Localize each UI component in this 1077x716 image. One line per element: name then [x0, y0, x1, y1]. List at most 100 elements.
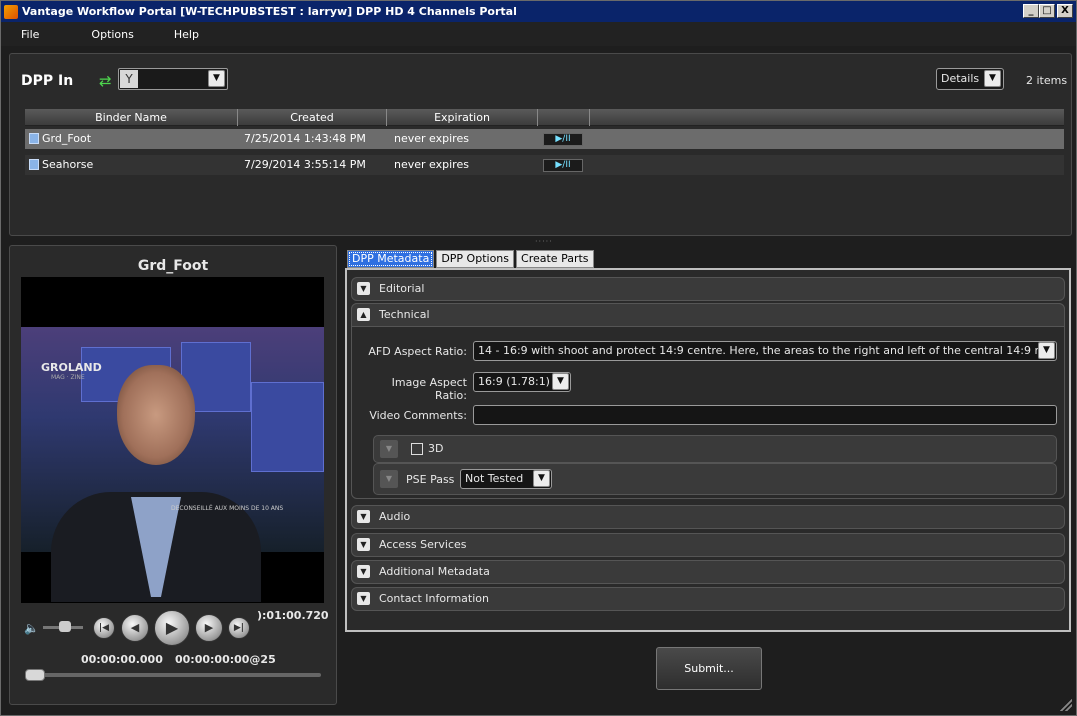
tab-create-parts[interactable]: Create Parts [516, 250, 594, 268]
presenter-head [117, 365, 195, 465]
image-aspect-ratio-label: Image Aspect Ratio: [391, 376, 467, 402]
image-aspect-ratio-value: 16:9 (1.78:1) [478, 375, 550, 388]
chevron-down-icon: ▼ [357, 538, 370, 551]
video-player[interactable]: GROLAND MAG · ZINE DECONSEILLÉ AUX MOINS… [21, 277, 324, 603]
section-label: Audio [379, 510, 411, 523]
skip-end-button[interactable]: ▶| [228, 617, 250, 639]
duration-timecode: ):01:00.720 [257, 609, 329, 622]
tab-dpp-options[interactable]: DPP Options [436, 250, 515, 268]
section-label: Technical [379, 308, 430, 321]
step-forward-button[interactable]: ▶ [195, 614, 223, 642]
section-technical[interactable]: ▲ Technical [351, 303, 1065, 327]
afd-aspect-ratio-label: AFD Aspect Ratio: [368, 345, 467, 358]
chevron-down-icon: ▼ [357, 592, 370, 605]
table-row[interactable]: Seahorse 7/29/2014 3:55:14 PM never expi… [25, 155, 1064, 175]
background-building [251, 382, 324, 472]
channel-logo: GROLAND [41, 361, 102, 374]
pse-row: ▼ PSE Pass Not Tested ▼ [373, 463, 1057, 495]
video-comments-label: Video Comments: [369, 409, 467, 422]
created-date: 7/25/2014 1:43:48 PM [244, 132, 366, 145]
table-row[interactable]: Grd_Foot 7/25/2014 1:43:48 PM never expi… [25, 129, 1064, 149]
section-audio[interactable]: ▼ Audio [351, 505, 1065, 529]
minimize-button[interactable]: _ [1023, 4, 1039, 18]
app-window: Vantage Workflow Portal [W-TECHPUBSTEST … [0, 0, 1077, 716]
maximize-button[interactable]: □ [1039, 4, 1055, 18]
volume-icon[interactable]: 🔈 [24, 621, 39, 635]
menu-file[interactable]: File [21, 28, 39, 41]
section-label: Additional Metadata [379, 565, 490, 578]
menu-help[interactable]: Help [174, 28, 199, 41]
current-timecode: 00:00:00.000 [81, 653, 163, 666]
afd-aspect-ratio-select[interactable]: 14 - 16:9 with shoot and protect 14:9 ce… [473, 341, 1057, 361]
section-label: Access Services [379, 538, 467, 551]
three-d-label: 3D [428, 442, 444, 455]
step-back-button[interactable]: ◀ [121, 614, 149, 642]
scrubber-knob[interactable] [25, 669, 45, 681]
frame-timecode: 00:00:00:00@25 [175, 653, 276, 666]
three-d-checkbox[interactable] [411, 443, 423, 455]
chevron-down-icon[interactable]: ▼ [1038, 342, 1055, 359]
section-label: Contact Information [379, 592, 489, 605]
chevron-down-icon[interactable]: ▼ [533, 470, 550, 487]
chevron-down-icon[interactable]: ▼ [380, 440, 398, 458]
menu-bar: File Options Help [1, 22, 1076, 46]
pse-pass-label: PSE Pass [406, 473, 455, 486]
timeline-scrubber[interactable] [25, 673, 321, 677]
play-pause-button[interactable]: ▶/II [543, 159, 583, 172]
pse-pass-value: Not Tested [465, 472, 524, 485]
menu-options[interactable]: Options [91, 28, 133, 41]
title-bar: Vantage Workflow Portal [W-TECHPUBSTEST … [1, 1, 1076, 22]
skip-start-button[interactable]: |◀ [93, 617, 115, 639]
splitter-handle[interactable]: ····· [535, 237, 553, 246]
filter-icon: Y [120, 70, 138, 88]
chevron-down-icon[interactable]: ▼ [208, 70, 225, 87]
tab-dpp-metadata[interactable]: DPP Metadata [347, 250, 435, 268]
metadata-tabs: DPP Metadata DPP Options Create Parts [347, 250, 594, 268]
rating-caption: DECONSEILLÉ AUX MOINS DE 10 ANS [171, 505, 284, 512]
expiration: never expires [394, 158, 469, 171]
app-icon [4, 4, 18, 19]
pse-pass-select[interactable]: Not Tested ▼ [460, 469, 552, 489]
section-editorial[interactable]: ▼ Editorial [351, 277, 1065, 301]
item-count: 2 items [1026, 74, 1068, 87]
column-binder-name[interactable]: Binder Name [25, 109, 238, 126]
table-header: Binder Name Created Expiration [25, 109, 1064, 126]
column-created[interactable]: Created [238, 109, 387, 126]
created-date: 7/29/2014 3:55:14 PM [244, 158, 366, 171]
column-expiration[interactable]: Expiration [387, 109, 538, 126]
chevron-down-icon: ▼ [357, 565, 370, 578]
preview-title: Grd_Foot [137, 258, 209, 274]
section-label: Editorial [379, 282, 425, 295]
binder-name: Seahorse [42, 158, 94, 171]
chevron-down-icon[interactable]: ▼ [380, 470, 398, 488]
chevron-down-icon: ▼ [357, 282, 370, 295]
resize-grip[interactable] [1060, 699, 1072, 711]
image-aspect-ratio-select[interactable]: 16:9 (1.78:1) ▼ [473, 372, 571, 392]
three-d-row: ▼ 3D [373, 435, 1057, 463]
chevron-down-icon[interactable]: ▼ [984, 70, 1001, 87]
afd-aspect-ratio-value: 14 - 16:9 with shoot and protect 14:9 ce… [478, 344, 1057, 357]
binder-icon [29, 133, 39, 144]
chevron-up-icon: ▲ [357, 308, 370, 321]
section-access-services[interactable]: ▼ Access Services [351, 533, 1065, 557]
channel-logo-sub: MAG · ZINE [51, 374, 85, 381]
binder-panel-title: DPP In [21, 73, 74, 89]
video-comments-input[interactable] [473, 405, 1057, 425]
binder-name: Grd_Foot [42, 132, 92, 145]
play-button[interactable]: ▶ [154, 610, 190, 646]
section-contact-information[interactable]: ▼ Contact Information [351, 587, 1065, 611]
chevron-down-icon[interactable]: ▼ [552, 373, 569, 390]
view-mode-dropdown[interactable]: Details ▼ [936, 68, 1004, 90]
chevron-down-icon: ▼ [357, 510, 370, 523]
volume-knob[interactable] [59, 621, 71, 632]
window-title: Vantage Workflow Portal [W-TECHPUBSTEST … [22, 5, 517, 18]
filter-dropdown[interactable]: Y ▼ [118, 68, 228, 90]
close-button[interactable]: X [1057, 4, 1073, 18]
view-mode-value: Details [941, 72, 980, 85]
binder-table: Binder Name Created Expiration Grd_Foot … [25, 109, 1064, 229]
column-action[interactable] [538, 109, 590, 126]
refresh-icon[interactable]: ⇄ [99, 72, 112, 90]
section-additional-metadata[interactable]: ▼ Additional Metadata [351, 560, 1065, 584]
submit-button[interactable]: Submit... [656, 647, 762, 690]
play-pause-button[interactable]: ▶/II [543, 133, 583, 146]
